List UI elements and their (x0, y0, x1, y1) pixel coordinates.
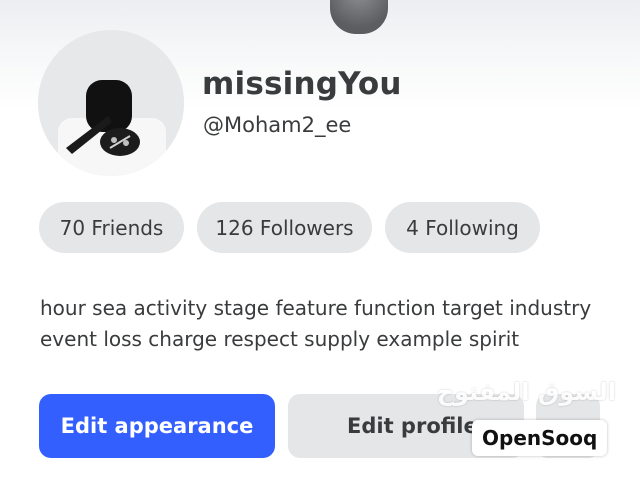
watermark-brand: OpenSooq (472, 420, 608, 456)
followers-pill[interactable]: 126 Followers (197, 202, 372, 253)
friends-pill[interactable]: 70 Friends (39, 202, 184, 253)
username: @Moham2_ee (203, 113, 352, 137)
bio-text: hour sea activity stage feature function… (40, 293, 630, 355)
bio-line: event loss charge respect supply example… (40, 327, 520, 351)
watermark: السوق المفتوح OpenSooq (437, 378, 616, 458)
display-name: missingYou (202, 66, 402, 102)
edit-appearance-button[interactable]: Edit appearance (39, 394, 275, 458)
watermark-arabic: السوق المفتوح (436, 378, 616, 406)
bio-line: hour sea activity stage feature function… (40, 296, 592, 320)
avatar-figure (38, 30, 184, 176)
following-pill[interactable]: 4 Following (385, 202, 540, 253)
profile-page: missingYou @Moham2_ee 70 Friends 126 Fol… (0, 0, 640, 480)
stats-row: 70 Friends 126 Followers 4 Following (39, 202, 540, 253)
user-avatar-icon[interactable] (38, 30, 184, 176)
